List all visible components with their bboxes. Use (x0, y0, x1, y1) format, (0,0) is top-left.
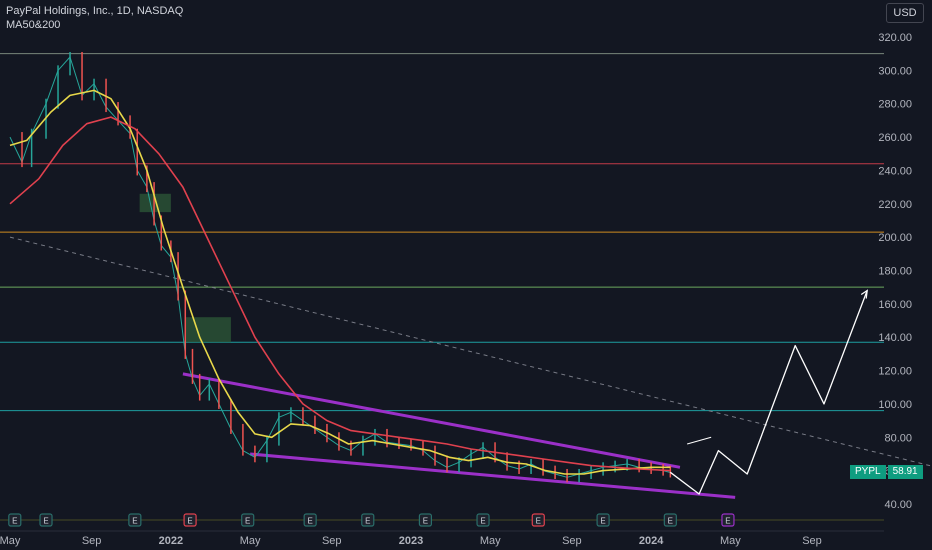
y-tick-label: 200.00 (878, 232, 912, 244)
earnings-marker-label: E (668, 517, 673, 526)
x-tick-label: Sep (562, 535, 582, 547)
y-tick-label: 220.00 (878, 199, 912, 211)
support-zone-0 (139, 193, 171, 213)
y-tick-label: 300.00 (878, 65, 912, 77)
y-tick-label: 120.00 (878, 366, 912, 378)
last-price-badge: PYPL 58.91 (850, 465, 923, 479)
projection-arrow-small (687, 436, 712, 445)
earnings-marker-label: E (423, 517, 428, 526)
series-projection (669, 290, 868, 495)
x-tick-label: May (240, 535, 261, 547)
earnings-marker-label: E (480, 517, 485, 526)
y-tick-label: 180.00 (878, 266, 912, 278)
y-tick-label: 160.00 (878, 299, 912, 311)
earnings-marker-label: E (600, 517, 605, 526)
earnings-marker-label: E (245, 517, 250, 526)
earnings-marker-label: E (536, 517, 541, 526)
series-price (9, 56, 671, 478)
earnings-marker-label: E (365, 517, 370, 526)
y-tick-label: 80.00 (884, 432, 912, 444)
indicator-label[interactable]: MA50&200 (6, 19, 60, 31)
y-tick-label: 260.00 (878, 132, 912, 144)
symbol-label: PYPL (850, 465, 886, 479)
y-tick-label: 100.00 (878, 399, 912, 411)
series-ma200 (9, 116, 671, 472)
x-tick-label: 2024 (639, 535, 664, 547)
price-chart[interactable]: 320.00 300.00 280.00 260.00 240.00 220.00 200.… (0, 0, 932, 550)
x-tick-label: Sep (82, 535, 102, 547)
y-tick-label: 40.00 (884, 499, 912, 511)
x-tick-label: May (720, 535, 741, 547)
x-tick-label: 2023 (399, 535, 423, 547)
x-tick-label: Sep (802, 535, 822, 547)
x-tick-label: May (480, 535, 501, 547)
last-price-value: 58.91 (887, 465, 923, 479)
earnings-marker-label: E (307, 517, 312, 526)
y-tick-label: 320.00 (878, 32, 912, 44)
y-tick-label: 280.00 (878, 99, 912, 111)
x-tick-label: 2022 (159, 535, 183, 547)
x-tick-label: Sep (322, 535, 342, 547)
y-tick-label: 140.00 (878, 332, 912, 344)
chart-title: PayPal Holdings, Inc., 1D, NASDAQ (6, 5, 184, 17)
series-ma50 (9, 89, 671, 475)
earnings-marker-label: E (187, 517, 192, 526)
y-tick-label: 240.00 (878, 165, 912, 177)
earnings-marker-label: E (132, 517, 137, 526)
currency-button[interactable]: USD (886, 3, 924, 23)
x-tick-label: May (0, 535, 21, 547)
earnings-marker-label: E (725, 517, 730, 526)
support-zone-1 (185, 317, 231, 343)
earnings-marker-label: E (12, 517, 17, 526)
earnings-marker-label: E (43, 517, 48, 526)
